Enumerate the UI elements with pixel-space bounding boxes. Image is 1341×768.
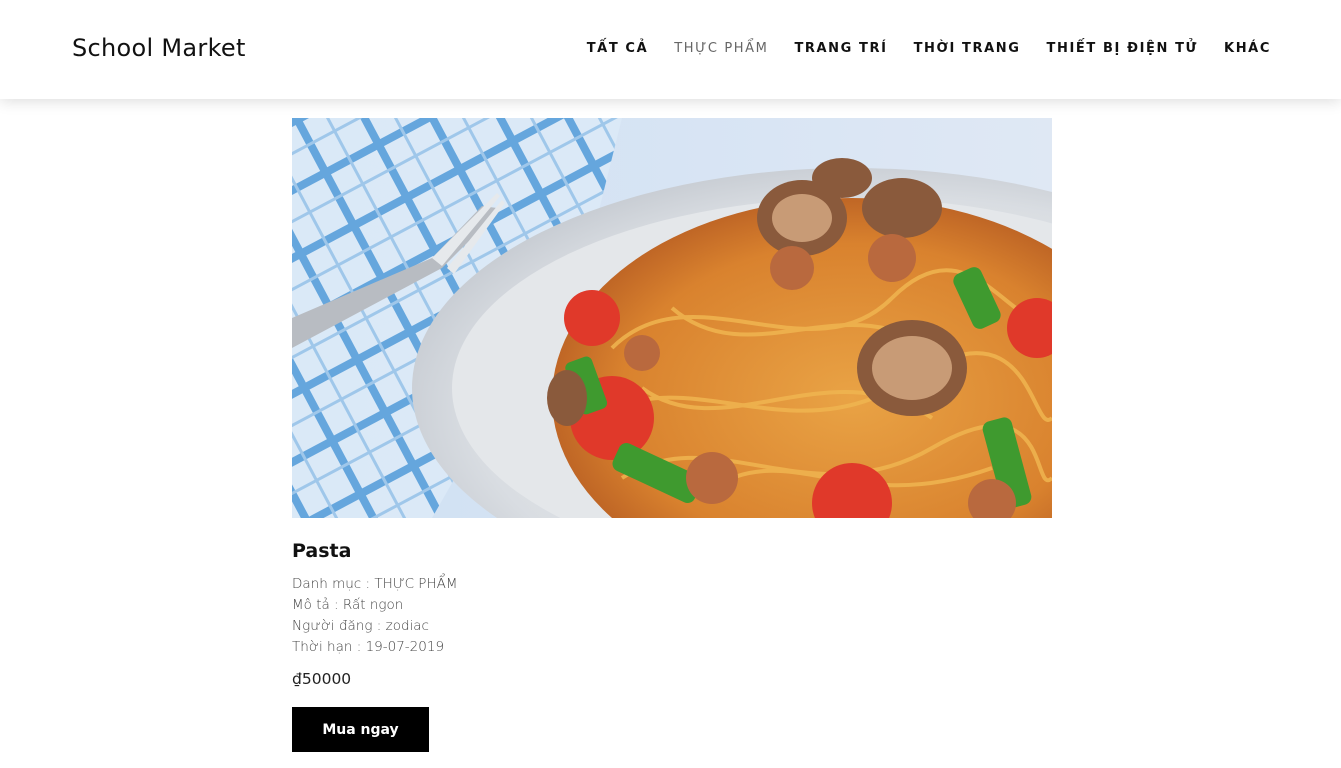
- nav-item-electronics[interactable]: THIẾT BỊ ĐIỆN TỬ: [1047, 41, 1198, 56]
- nav-item-all[interactable]: TẤT CẢ: [587, 41, 649, 56]
- nav-item-decor[interactable]: TRANG TRÍ: [794, 41, 887, 56]
- product-title: Pasta: [292, 540, 352, 562]
- product-price: ₫50000: [292, 670, 352, 688]
- product-detail: Pasta Danh mục : THỰC PHẨM Mô tả : Rất n…: [292, 118, 1052, 752]
- product-description: Mô tả : Rất ngon: [292, 597, 404, 613]
- main-nav: TẤT CẢ THỰC PHẨM TRANG TRÍ THỜI TRANG TH…: [561, 41, 1271, 56]
- site-header: School Market TẤT CẢ THỰC PHẨM TRANG TRÍ…: [0, 0, 1341, 99]
- nav-item-food[interactable]: THỰC PHẨM: [674, 41, 768, 56]
- product-poster: Người đăng : zodiac: [292, 618, 429, 634]
- nav-item-fashion[interactable]: THỜI TRANG: [914, 41, 1021, 56]
- product-image: [292, 118, 1052, 518]
- buy-now-button[interactable]: Mua ngay: [292, 707, 429, 752]
- nav-item-other[interactable]: KHÁC: [1224, 41, 1271, 56]
- brand-logo-link[interactable]: School Market: [72, 34, 246, 62]
- product-category: Danh mục : THỰC PHẨM: [292, 576, 458, 592]
- product-deadline: Thời hạn : 19-07-2019: [292, 639, 445, 655]
- product-meta: Danh mục : THỰC PHẨM Mô tả : Rất ngon Ng…: [292, 574, 1052, 658]
